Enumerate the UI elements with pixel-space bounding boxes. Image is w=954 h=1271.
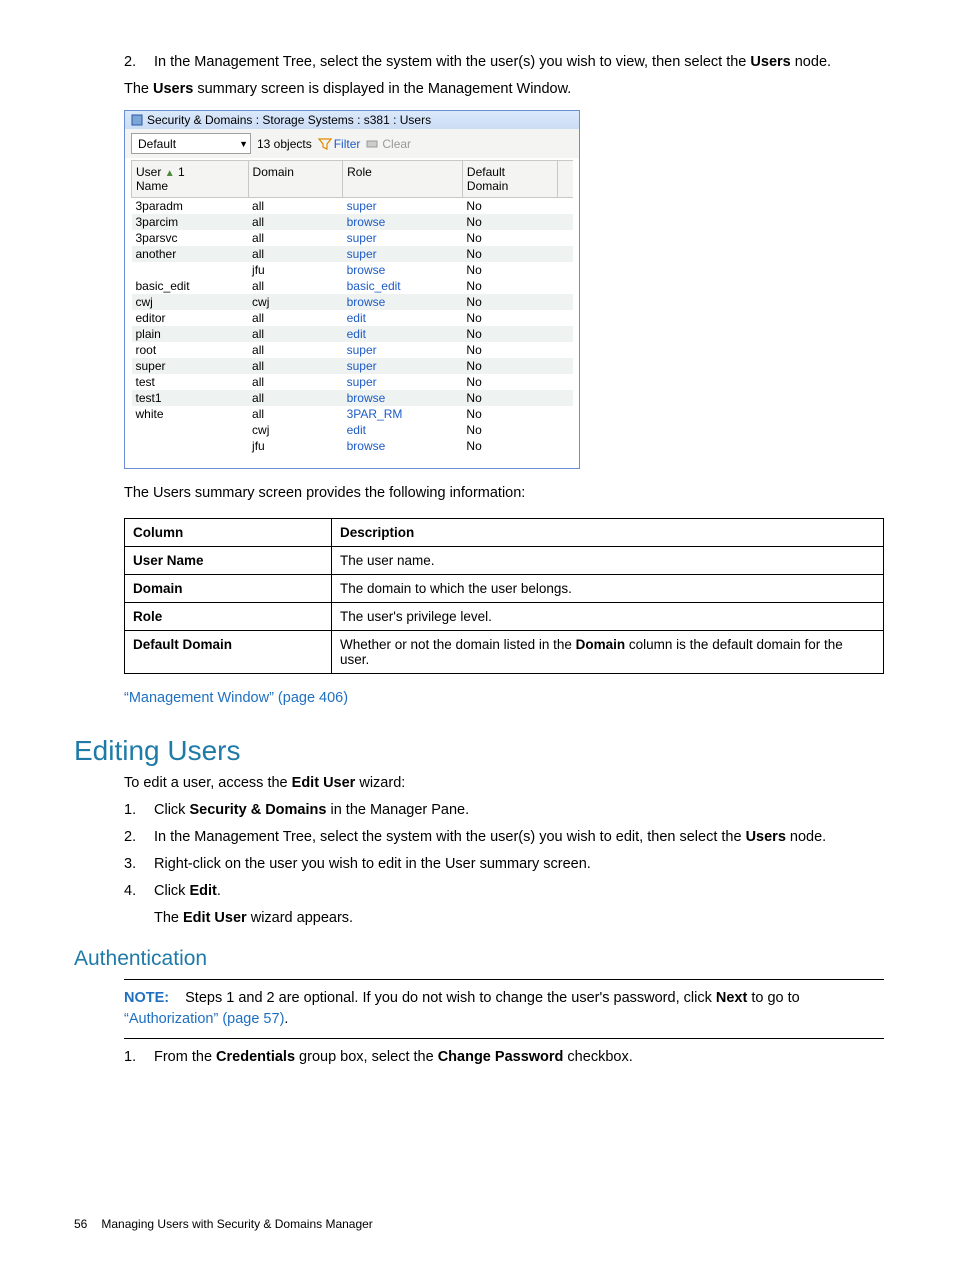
app-icon bbox=[131, 114, 143, 126]
desc-row: Default DomainWhether or not the domain … bbox=[125, 631, 884, 674]
page-number: 56 bbox=[74, 1217, 87, 1231]
object-count: 13 objects bbox=[257, 137, 312, 151]
list-item: 3.Right-click on the user you wish to ed… bbox=[124, 854, 880, 875]
table-row[interactable]: cwjcwjbrowseNo bbox=[132, 294, 574, 310]
table-row[interactable]: basic_editallbasic_editNo bbox=[132, 278, 574, 294]
view-dropdown[interactable]: Default ▼ bbox=[131, 133, 251, 154]
list-item: 1.Click Security & Domains in the Manage… bbox=[124, 800, 880, 821]
heading-editing-users: Editing Users bbox=[74, 735, 880, 767]
filter-icon bbox=[318, 138, 332, 150]
chevron-down-icon: ▼ bbox=[239, 139, 248, 149]
sort-asc-icon: ▲ bbox=[165, 168, 175, 179]
clear-button[interactable]: Clear bbox=[366, 137, 411, 151]
table-row[interactable]: cwjeditNo bbox=[132, 422, 574, 438]
desc-intro: The Users summary screen provides the fo… bbox=[124, 483, 880, 504]
users-table: User ▲ 1 Name Domain Role Default Domain bbox=[131, 160, 573, 454]
col-username[interactable]: User ▲ 1 Name bbox=[132, 161, 249, 198]
page-footer: 56 Managing Users with Security & Domain… bbox=[74, 1217, 373, 1231]
paragraph: To edit a user, access the Edit User wiz… bbox=[124, 773, 880, 794]
desc-row: User NameThe user name. bbox=[125, 547, 884, 575]
list-item: 2.In the Management Tree, select the sys… bbox=[124, 827, 880, 848]
table-row[interactable]: jfubrowseNo bbox=[132, 262, 574, 278]
paragraph: The Users summary screen is displayed in… bbox=[124, 79, 880, 100]
window-title: Security & Domains : Storage Systems : s… bbox=[147, 113, 431, 127]
table-row[interactable]: 3parcimallbrowseNo bbox=[132, 214, 574, 230]
text: In the Management Tree, select the syste… bbox=[154, 54, 750, 70]
management-window-link[interactable]: “Management Window” (page 406) bbox=[124, 690, 348, 706]
col-default-domain[interactable]: Default Domain bbox=[462, 161, 557, 198]
eraser-icon bbox=[366, 139, 380, 149]
filter-button[interactable]: Filter bbox=[318, 137, 361, 151]
table-row[interactable]: superallsuperNo bbox=[132, 358, 574, 374]
footer-title: Managing Users with Security & Domains M… bbox=[101, 1217, 372, 1231]
window-titlebar: Security & Domains : Storage Systems : s… bbox=[125, 111, 579, 129]
step-2: 2. In the Management Tree, select the sy… bbox=[124, 52, 880, 73]
authorization-link[interactable]: “Authorization” (page 57) bbox=[124, 1011, 284, 1027]
table-row[interactable]: 3paradmallsuperNo bbox=[132, 198, 574, 215]
result-paragraph: The Edit User wizard appears. bbox=[154, 908, 880, 929]
table-row[interactable]: test1allbrowseNo bbox=[132, 390, 574, 406]
table-row[interactable]: whiteall3PAR_RMNo bbox=[132, 406, 574, 422]
table-row[interactable]: anotherallsuperNo bbox=[132, 246, 574, 262]
th-description: Description bbox=[332, 519, 884, 547]
text: node. bbox=[791, 54, 831, 70]
cred-step-1: 1. From the Credentials group box, selec… bbox=[124, 1047, 880, 1068]
column-description-table: Column Description User NameThe user nam… bbox=[124, 518, 884, 674]
desc-row: DomainThe domain to which the user belon… bbox=[125, 575, 884, 603]
table-row[interactable]: plainalleditNo bbox=[132, 326, 574, 342]
table-row[interactable]: testallsuperNo bbox=[132, 374, 574, 390]
col-role[interactable]: Role bbox=[343, 161, 463, 198]
step-number: 2. bbox=[124, 52, 154, 73]
table-row[interactable]: rootallsuperNo bbox=[132, 342, 574, 358]
separator bbox=[124, 1038, 884, 1039]
col-domain[interactable]: Domain bbox=[248, 161, 343, 198]
heading-authentication: Authentication bbox=[74, 947, 880, 971]
list-item: 4.Click Edit. bbox=[124, 881, 880, 902]
text-bold: Users bbox=[750, 54, 790, 70]
table-row[interactable]: editoralleditNo bbox=[132, 310, 574, 326]
desc-row: RoleThe user's privilege level. bbox=[125, 603, 884, 631]
note-label: NOTE: bbox=[124, 990, 169, 1006]
table-row[interactable]: 3parsvcallsuperNo bbox=[132, 230, 574, 246]
toolbar: Default ▼ 13 objects Filter Clear bbox=[125, 129, 579, 158]
th-column: Column bbox=[125, 519, 332, 547]
users-summary-screenshot: Security & Domains : Storage Systems : s… bbox=[124, 110, 580, 469]
table-row[interactable]: jfubrowseNo bbox=[132, 438, 574, 454]
separator bbox=[124, 979, 884, 980]
note: NOTE: Steps 1 and 2 are optional. If you… bbox=[124, 988, 880, 1030]
